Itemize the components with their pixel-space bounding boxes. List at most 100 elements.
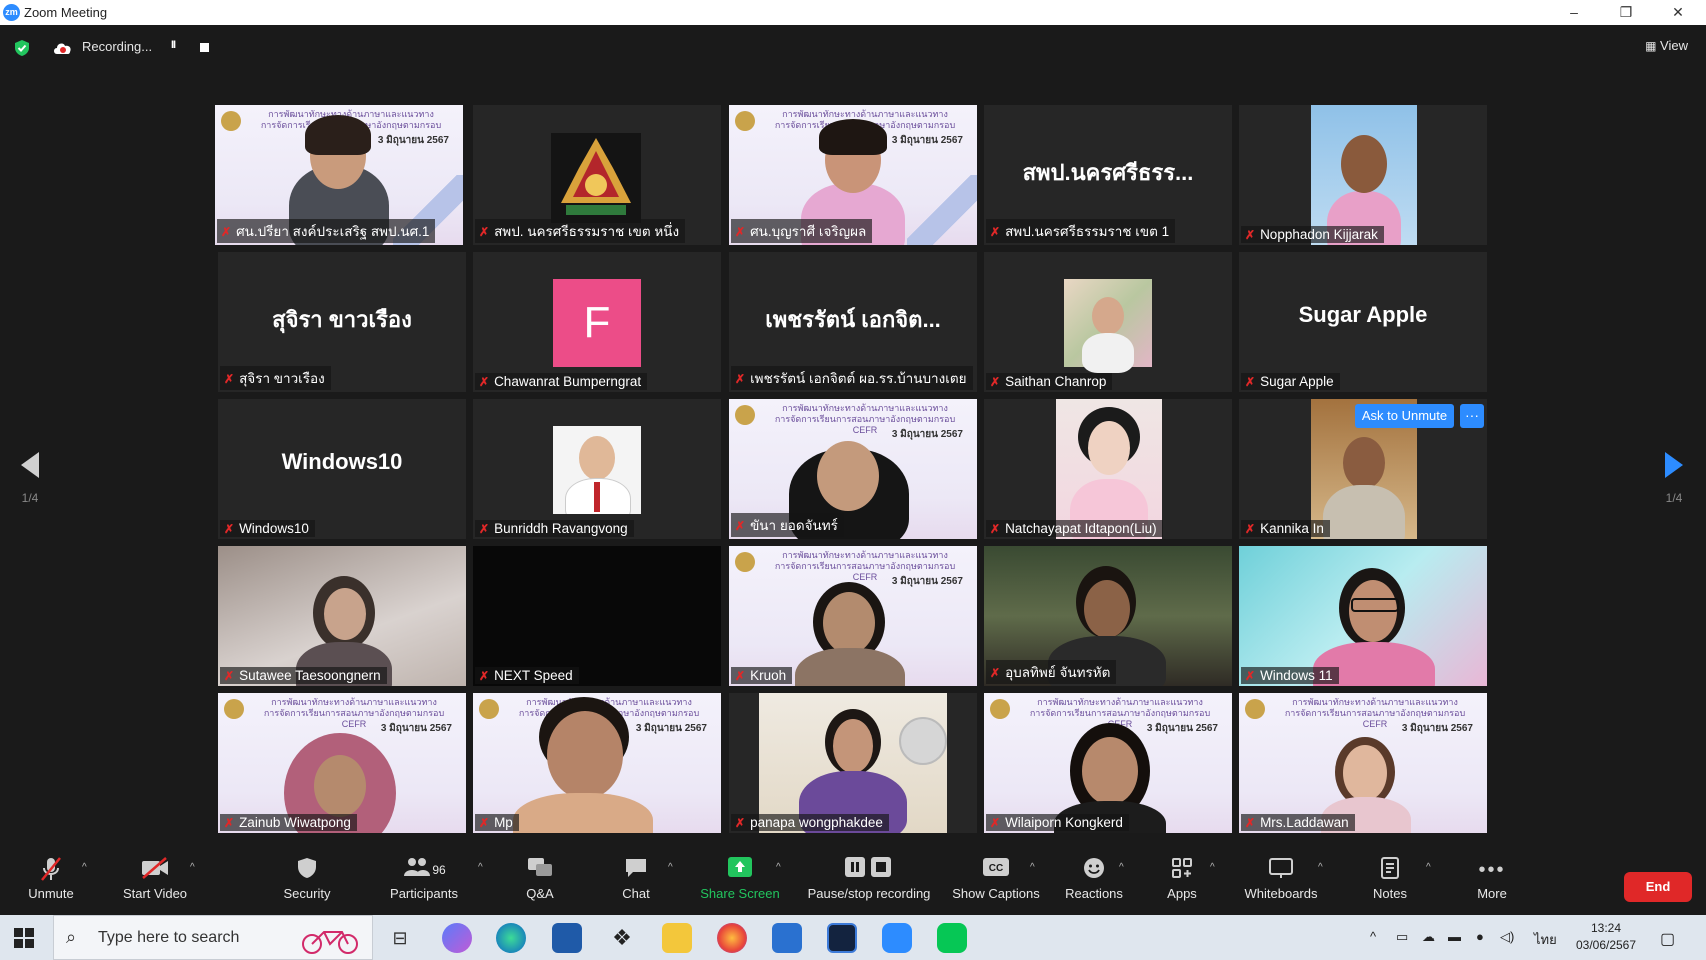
maximize-button[interactable]: ❐ <box>1606 2 1646 23</box>
video-tile[interactable]: การพัฒนาทักษะทางด้านภาษาและแนวทางการจัดก… <box>729 546 977 686</box>
view-button[interactable]: ▦ View <box>1645 38 1688 53</box>
video-tile[interactable]: ✗ Sutawee Taesoongnern <box>218 546 466 686</box>
video-tile[interactable]: การพัฒนาทักษะทางด้านภาษาและแนวทางการจัดก… <box>729 105 977 245</box>
page-indicator-left: 1/4 <box>21 491 39 505</box>
mic-muted-icon: ✗ <box>479 375 490 389</box>
video-tile[interactable]: การพัฒนาทักษะทางด้านภาษาและแนวทางการจัดก… <box>473 693 721 833</box>
qa-button[interactable]: Q&A <box>510 856 570 901</box>
start-video-button[interactable]: Start Video <box>114 856 196 901</box>
video-tile[interactable]: เพชรรัตน์ เอกจิต... ✗ เพชรรัตน์ เอกจิตต์ … <box>729 252 977 392</box>
chat-button[interactable]: Chat <box>606 856 666 901</box>
copilot-icon[interactable] <box>442 923 472 953</box>
input-language[interactable]: ไทย <box>1534 929 1557 950</box>
chat-options-caret[interactable]: ^ <box>668 862 673 873</box>
app-icon[interactable] <box>827 923 857 953</box>
mail-icon[interactable] <box>772 923 802 953</box>
slide-date: 3 มิถุนายน 2567 <box>891 135 963 146</box>
file-explorer-icon[interactable] <box>662 923 692 953</box>
notes-options-caret[interactable]: ^ <box>1426 862 1431 873</box>
zoom-taskbar-icon[interactable] <box>882 923 912 953</box>
next-page[interactable]: 1/4 <box>1654 450 1694 505</box>
video-tile[interactable]: ✗ Bunriddh Ravangvong <box>473 399 721 539</box>
notes-button[interactable]: Notes <box>1360 856 1420 901</box>
tile-more-button[interactable]: ··· <box>1460 404 1484 428</box>
more-button[interactable]: ••• More <box>1462 856 1522 901</box>
video-tile[interactable]: การพัฒนาทักษะทางด้านภาษาและแนวทางการจัดก… <box>984 693 1232 833</box>
participants-button[interactable]: 96 Participants <box>380 856 468 901</box>
participant-display-name: สุจิรา ขาวเรือง <box>272 307 412 332</box>
mic-muted-icon: ✗ <box>1245 816 1256 830</box>
system-clock[interactable]: 13:24 03/06/2567 <box>1566 920 1646 954</box>
pause-stop-recording-button[interactable]: Pause/stop recording <box>800 856 938 901</box>
share-screen-label: Share Screen <box>700 886 780 901</box>
video-tile[interactable]: Sugar Apple ✗ Sugar Apple <box>1239 252 1487 392</box>
meeting-controls: Unmute ^ Start Video ^ Security 96 Parti… <box>0 850 1706 915</box>
video-tile[interactable]: การพัฒนาทักษะทางด้านภาษาและแนวทางการจัดก… <box>1239 693 1487 833</box>
store-icon[interactable] <box>552 923 582 953</box>
mic-off-icon <box>16 856 86 884</box>
video-tile[interactable]: Windows10 ✗ Windows10 <box>218 399 466 539</box>
video-tile[interactable]: สพป.นครศรีธรร... ✗ สพป.นครศรีธรรมราช เขต … <box>984 105 1232 245</box>
whiteboards-button[interactable]: Whiteboards <box>1238 856 1324 901</box>
mic-muted-icon: ✗ <box>479 522 490 536</box>
video-tile[interactable]: ✗ อุบลทิพย์ จันทรหัต <box>984 546 1232 686</box>
video-tile[interactable]: ✗ Natchayapat Idtapon(Liu) <box>984 399 1232 539</box>
video-tile[interactable]: ✗ Nopphadon Kijjarak <box>1239 105 1487 245</box>
volume-icon[interactable]: ◁) <box>1500 929 1514 945</box>
grid-icon: ▦ <box>1645 39 1657 53</box>
shield-icon[interactable] <box>13 39 31 57</box>
video-tile[interactable]: สุจิรา ขาวเรือง ✗ สุจิรา ขาวเรือง <box>218 252 466 392</box>
video-tile[interactable]: ✗ Windows 11 <box>1239 546 1487 686</box>
end-meeting-button[interactable]: End <box>1624 872 1692 902</box>
participants-options-caret[interactable]: ^ <box>478 862 483 873</box>
school-logo <box>224 699 244 719</box>
task-view-icon[interactable]: ⊟ <box>385 923 415 953</box>
firefox-icon[interactable] <box>717 923 747 953</box>
video-tile[interactable]: การพัฒนาทักษะทางด้านภาษาและแนวทางการจัดก… <box>729 399 977 539</box>
edge-browser-icon[interactable] <box>496 923 526 953</box>
close-button[interactable]: ✕ <box>1658 2 1698 23</box>
whiteboards-options-caret[interactable]: ^ <box>1318 862 1323 873</box>
mic-muted-icon: ✗ <box>1245 522 1256 536</box>
video-tile[interactable]: ✗ สพป. นครศรีธรรมราช เขต หนึ่ง <box>473 105 721 245</box>
qa-label: Q&A <box>526 886 554 901</box>
battery-icon[interactable]: ▬ <box>1448 929 1461 944</box>
participant-name: ✗ Bunriddh Ravangvong <box>475 520 634 537</box>
pause-recording-button[interactable]: II <box>171 39 176 51</box>
video-options-caret[interactable]: ^ <box>190 862 195 873</box>
apps-options-caret[interactable]: ^ <box>1210 862 1215 873</box>
previous-page[interactable]: 1/4 <box>10 450 50 505</box>
notifications-icon[interactable]: ▢ <box>1660 929 1675 949</box>
page-indicator-right: 1/4 <box>1665 491 1683 505</box>
share-options-caret[interactable]: ^ <box>776 862 781 873</box>
security-label: Security <box>283 886 331 901</box>
organization-logo <box>551 133 641 223</box>
video-tile[interactable]: การพัฒนาทักษะทางด้านภาษาและแนวทางการจัดก… <box>215 105 463 245</box>
video-tile[interactable]: ✗ NEXT Speed <box>473 546 721 686</box>
line-app-icon[interactable] <box>937 923 967 953</box>
video-tile[interactable]: F ✗ Chawanrat Bumperngrat <box>473 252 721 392</box>
participant-face <box>1082 737 1138 805</box>
security-button[interactable]: Security <box>272 856 342 901</box>
network-icon[interactable]: ▭ <box>1396 929 1408 945</box>
tray-expand-icon[interactable]: ^ <box>1370 929 1376 944</box>
apps-button[interactable]: Apps <box>1152 856 1212 901</box>
video-tile[interactable]: ✗ Saithan Chanrop <box>984 252 1232 392</box>
unmute-button[interactable]: Unmute <box>16 856 86 901</box>
stop-recording-button[interactable] <box>200 43 209 52</box>
share-screen-button[interactable]: Share Screen <box>696 856 784 901</box>
onedrive-icon[interactable]: ☁ <box>1422 929 1435 945</box>
ask-to-unmute-button[interactable]: Ask to Unmute <box>1355 404 1454 428</box>
microphone-icon[interactable]: ● <box>1476 929 1484 944</box>
captions-options-caret[interactable]: ^ <box>1030 862 1035 873</box>
participant-face <box>547 711 623 799</box>
windows-start-icon[interactable] <box>14 928 34 948</box>
minimize-button[interactable]: – <box>1554 2 1594 23</box>
video-tile[interactable]: ✗ panapa wongphakdee <box>729 693 977 833</box>
dropbox-icon[interactable]: ❖ <box>607 923 637 953</box>
reactions-options-caret[interactable]: ^ <box>1119 862 1124 873</box>
taskbar-search-box[interactable]: ⌕ Type here to search <box>53 915 373 960</box>
captions-label: Show Captions <box>952 886 1040 901</box>
audio-options-caret[interactable]: ^ <box>82 862 87 873</box>
video-tile[interactable]: การพัฒนาทักษะทางด้านภาษาและแนวทางการจัดก… <box>218 693 466 833</box>
